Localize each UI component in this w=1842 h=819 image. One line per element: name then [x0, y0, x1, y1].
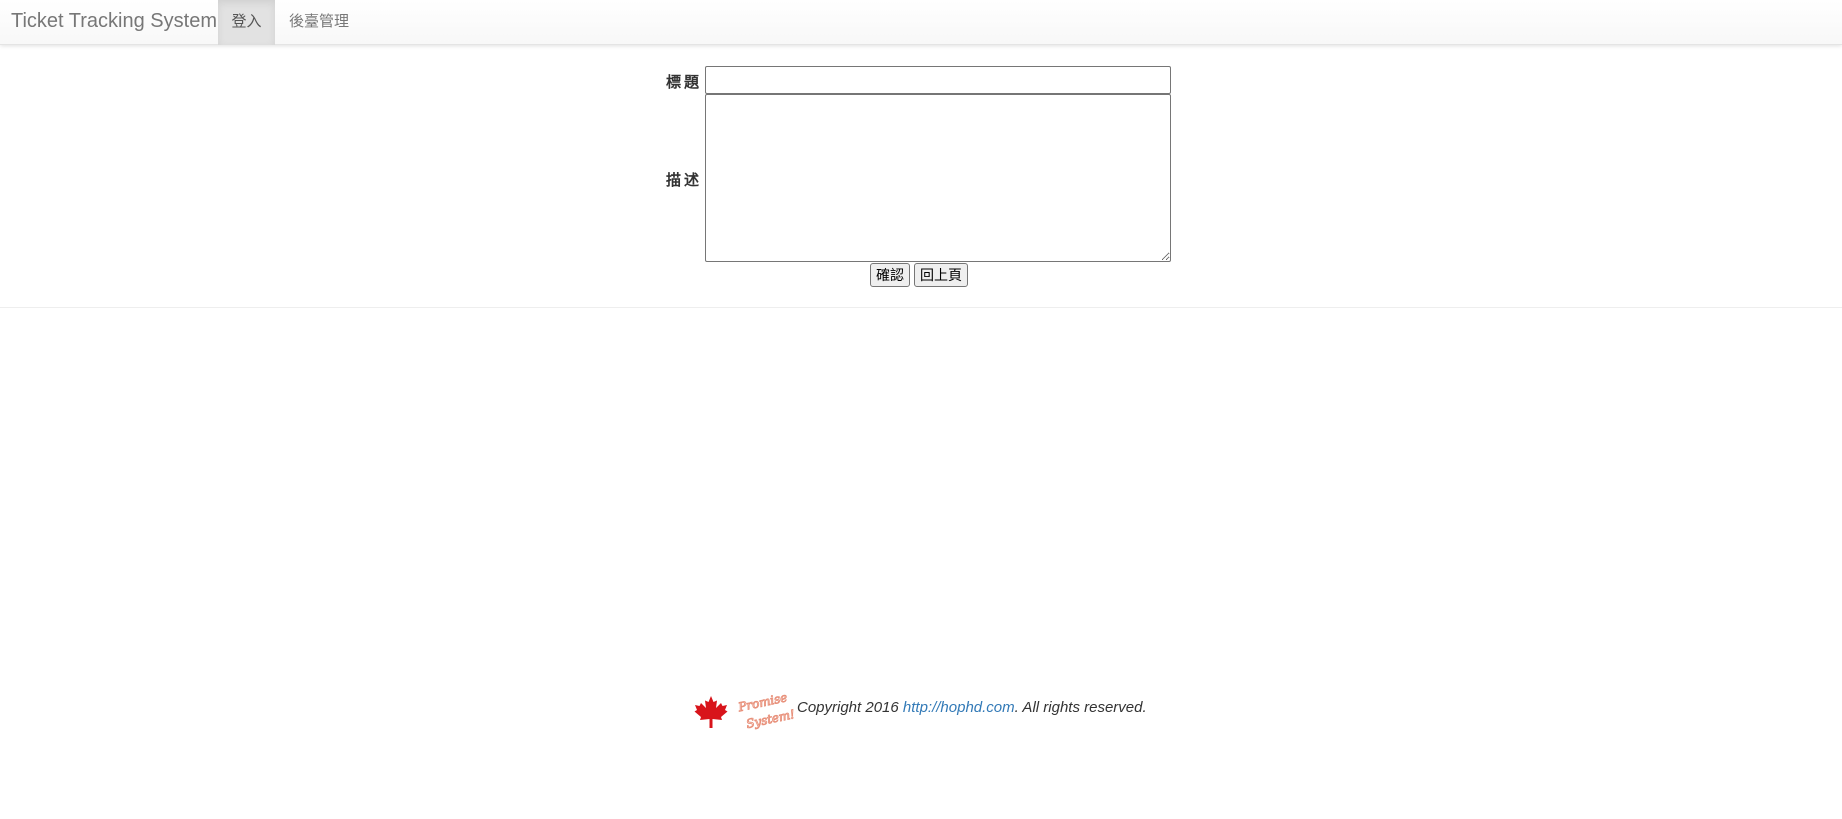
nav-item-login[interactable]: 登入 [218, 0, 275, 45]
confirm-button[interactable]: 確認 [870, 263, 910, 287]
copyright-prefix: Copyright 2016 [797, 699, 903, 716]
nav-item-admin[interactable]: 後臺管理 [275, 0, 363, 45]
brand-title[interactable]: Ticket Tracking System [11, 0, 217, 45]
copyright-text: Copyright 2016 http://hophd.com. All rig… [797, 699, 1147, 716]
title-input[interactable] [705, 66, 1171, 94]
site-link[interactable]: http://hophd.com [903, 699, 1015, 716]
maple-leaf-icon [694, 696, 728, 728]
title-label: 標題 [666, 74, 703, 91]
description-label: 描述 [666, 172, 703, 189]
description-textarea[interactable] [705, 94, 1171, 262]
back-button[interactable]: 回上頁 [914, 263, 968, 287]
copyright-suffix: . All rights reserved. [1014, 699, 1147, 716]
content-divider [0, 307, 1842, 308]
navbar: Ticket Tracking System 登入 後臺管理 [0, 0, 1842, 45]
promise-system-logo: Promise System! [736, 690, 794, 730]
